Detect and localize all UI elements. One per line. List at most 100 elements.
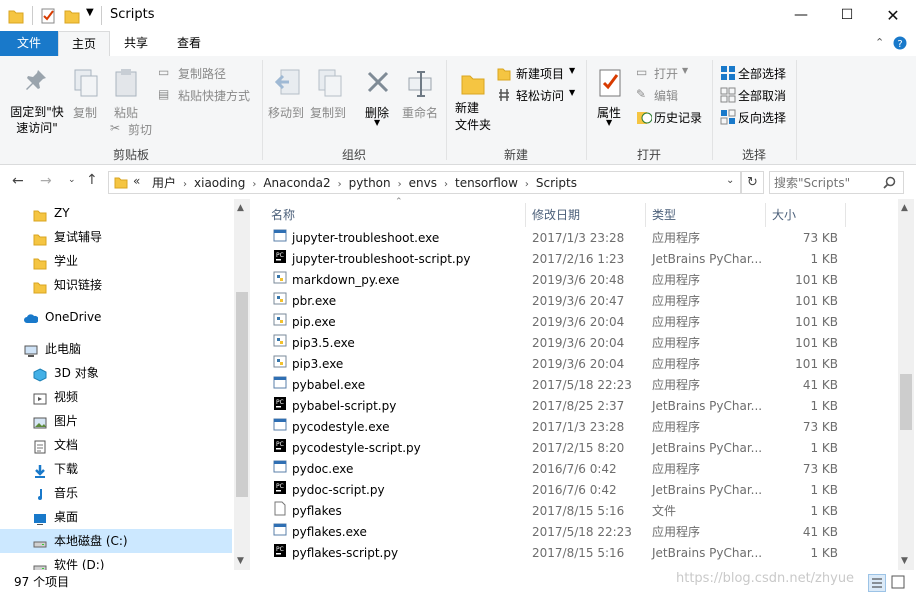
file-list-scrollbar[interactable]: ▲ ▼ [898, 199, 914, 570]
column-header-type[interactable]: 类型 [646, 203, 764, 227]
column-header-size[interactable]: 大小 [766, 203, 844, 227]
file-row[interactable]: pbr.exe 2019/3/6 20:47 应用程序 101 KB [266, 291, 896, 312]
nav-item[interactable]: 本地磁盘 (C:) [0, 529, 232, 553]
new-item-dropdown-icon: ▼ [569, 66, 576, 75]
file-row[interactable]: pyflakes 2017/8/15 5:16 文件 1 KB [266, 501, 896, 522]
file-name: pip.exe [292, 315, 336, 329]
file-row[interactable]: PC pyflakes-script.py 2017/8/15 5:16 JetBra… [266, 543, 896, 564]
search-box[interactable] [769, 171, 904, 194]
cloud-icon [24, 310, 39, 324]
tab-file[interactable]: 文件 [0, 31, 58, 56]
breadcrumb-chevron-icon[interactable]: › [396, 179, 404, 190]
file-size: 101 KB [795, 336, 838, 350]
search-input[interactable] [772, 173, 880, 192]
breadcrumb-segment[interactable]: Scripts [531, 176, 582, 190]
scroll-up-icon[interactable]: ▲ [237, 203, 244, 213]
pycharm-icon: PC [273, 249, 287, 264]
pin-quick-access-button[interactable]: 固定到"快速访问" [8, 60, 66, 138]
copy-button[interactable]: 复制 [70, 60, 102, 120]
file-name: pip3.exe [292, 357, 344, 371]
scroll-down-icon[interactable]: ▼ [237, 556, 244, 566]
nav-item[interactable]: ZY [0, 201, 232, 225]
tab-view[interactable]: 查看 [164, 31, 214, 56]
file-row[interactable]: pydoc.exe 2016/7/6 0:42 应用程序 73 KB [266, 459, 896, 480]
breadcrumb-segment[interactable]: Anaconda2 [258, 176, 335, 190]
nav-item[interactable]: 文档 [0, 433, 232, 457]
nav-item[interactable]: 桌面 [0, 505, 232, 529]
new-folder-quick-icon[interactable] [64, 7, 80, 24]
refresh-icon[interactable]: ↻ [741, 171, 764, 194]
minimize-button[interactable]: — [778, 0, 824, 31]
ribbon-collapse-icon[interactable]: ⌃ [875, 36, 884, 49]
tab-share[interactable]: 共享 [111, 31, 161, 56]
column-header-name[interactable]: 名称 [266, 203, 524, 227]
nav-item-label: 本地磁盘 (C:) [54, 534, 128, 548]
new-folder-button[interactable]: 新建 文件夹 [452, 60, 494, 140]
nav-item[interactable]: 复试辅导 [0, 225, 232, 249]
up-arrow-icon[interactable]: ↑ [86, 172, 98, 188]
file-row[interactable]: markdown_py.exe 2019/3/6 20:48 应用程序 101 KB [266, 270, 896, 291]
rename-button[interactable]: 重命名 [400, 60, 440, 130]
easy-access-dropdown-icon: ▼ [569, 88, 576, 97]
properties-quick-icon[interactable] [40, 7, 56, 24]
quick-access-dropdown-icon[interactable]: ▼ [86, 7, 94, 18]
address-bar[interactable]: « 用户 › xiaoding › Anaconda2 › python › envs › tens… [108, 171, 741, 194]
breadcrumb-chevron-icon[interactable]: › [181, 179, 189, 190]
breadcrumb-chevron-icon[interactable]: › [336, 179, 344, 190]
nav-item[interactable]: 下载 [0, 457, 232, 481]
large-icons-view-toggle[interactable] [890, 574, 906, 590]
forward-arrow-icon[interactable]: → [40, 173, 52, 189]
help-icon[interactable]: ? [893, 36, 907, 50]
maximize-button[interactable]: ☐ [824, 0, 870, 31]
nav-scrollbar-thumb[interactable] [236, 292, 248, 497]
file-row[interactable]: PC jupyter-troubleshoot-script.py 2017/2/1… [266, 249, 896, 270]
recent-locations-icon[interactable]: ⌄ [68, 175, 76, 185]
file-row[interactable]: pip.exe 2019/3/6 20:04 应用程序 101 KB [266, 312, 896, 333]
file-row[interactable]: PC pycodestyle-script.py 2017/2/15 8:20 Jet… [266, 438, 896, 459]
nav-item[interactable]: 知识链接 [0, 273, 232, 297]
file-row[interactable]: pycodestyle.exe 2017/1/3 23:28 应用程序 73 KB [266, 417, 896, 438]
paste-button[interactable]: 粘贴 [110, 60, 142, 120]
file-date: 2017/2/16 1:23 [532, 252, 625, 266]
column-divider[interactable] [845, 203, 846, 227]
properties-button[interactable]: 属性 ▼ [594, 60, 626, 134]
nav-item[interactable]: OneDrive [0, 305, 232, 329]
breadcrumb-chevron-icon[interactable]: › [523, 179, 531, 190]
back-arrow-icon[interactable]: ← [12, 173, 24, 189]
file-row[interactable]: pip3.5.exe 2019/3/6 20:04 应用程序 101 KB [266, 333, 896, 354]
copy-to-button[interactable]: 复制到 [310, 60, 350, 130]
file-row[interactable]: pyflakes.exe 2017/5/18 22:23 应用程序 41 KB [266, 522, 896, 543]
close-button[interactable]: ✕ [870, 0, 916, 31]
breadcrumb-segment[interactable]: 用户 [147, 176, 181, 190]
column-header-date[interactable]: 修改日期 [526, 203, 644, 227]
file-row[interactable]: pip3.exe 2019/3/6 20:04 应用程序 101 KB [266, 354, 896, 375]
file-list-scrollbar-thumb[interactable] [900, 374, 912, 430]
breadcrumb-segment[interactable]: tensorflow [450, 176, 523, 190]
breadcrumb-segment[interactable]: xiaoding [189, 176, 250, 190]
nav-item[interactable]: 图片 [0, 409, 232, 433]
move-to-button[interactable]: 移动到 [268, 60, 308, 130]
nav-item[interactable]: 此电脑 [0, 337, 232, 361]
scroll-down-icon[interactable]: ▼ [901, 556, 908, 566]
nav-item[interactable]: 学业 [0, 249, 232, 273]
details-view-toggle[interactable] [868, 574, 886, 592]
nav-item[interactable]: 软件 (D:) [0, 553, 232, 570]
file-row[interactable]: PC pydoc-script.py 2016/7/6 0:42 JetBrains … [266, 480, 896, 501]
nav-item[interactable]: 音乐 [0, 481, 232, 505]
nav-item-label: 知识链接 [54, 278, 103, 292]
delete-button[interactable]: 删除 ▼ [362, 60, 394, 130]
address-dropdown-icon[interactable]: ⌄ [726, 175, 734, 186]
tab-home[interactable]: 主页 [58, 31, 110, 57]
exe-icon [273, 459, 287, 474]
file-row[interactable]: pybabel.exe 2017/5/18 22:23 应用程序 41 KB [266, 375, 896, 396]
file-row[interactable]: PC pybabel-script.py 2017/8/25 2:37 JetBrai… [266, 396, 896, 417]
breadcrumb-segment[interactable]: python [344, 176, 396, 190]
file-row[interactable]: jupyter-troubleshoot.exe 2017/1/3 23:28 应用… [266, 228, 896, 249]
scroll-up-icon[interactable]: ▲ [901, 203, 908, 213]
nav-scrollbar[interactable]: ▲ ▼ [234, 199, 250, 570]
path-overflow[interactable]: « [133, 174, 140, 188]
nav-item[interactable]: 视频 [0, 385, 232, 409]
nav-item[interactable]: 3D 对象 [0, 361, 232, 385]
breadcrumb-segment[interactable]: envs [404, 176, 442, 190]
breadcrumb-chevron-icon[interactable]: › [442, 179, 450, 190]
